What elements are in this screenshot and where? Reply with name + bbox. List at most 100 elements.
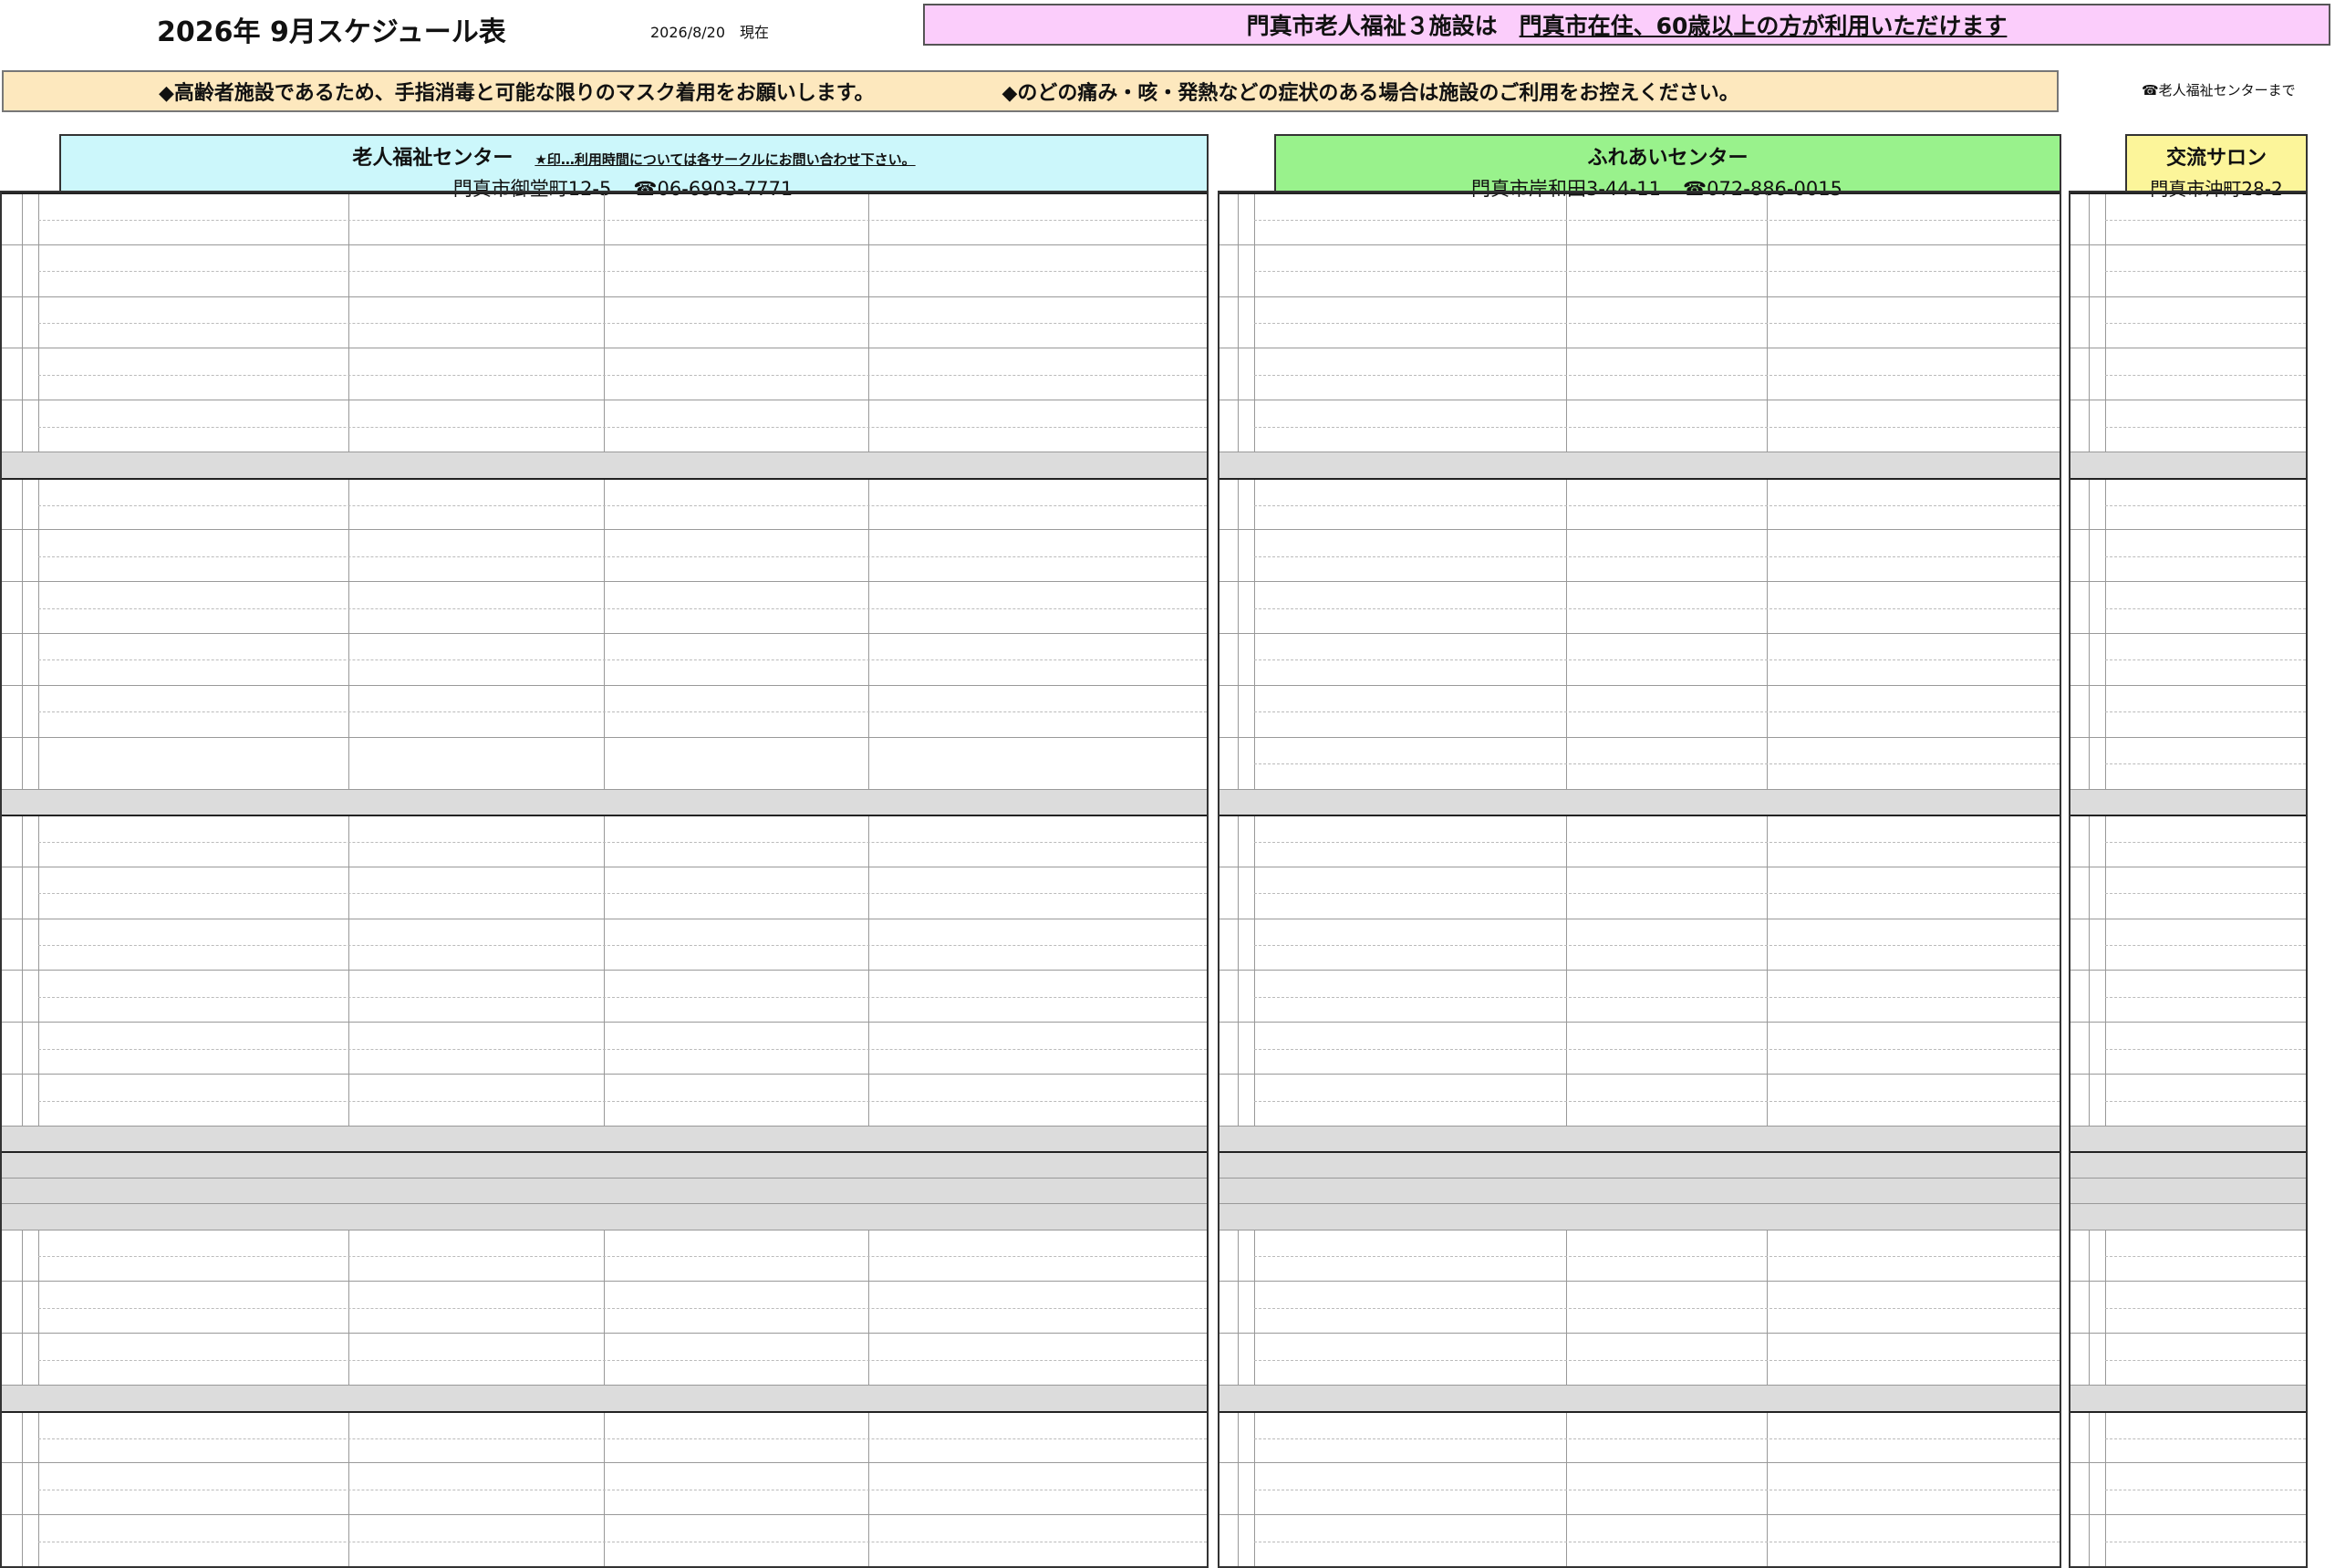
day-row	[2070, 866, 2306, 919]
day-row	[2, 866, 1207, 919]
row-midline	[2105, 1100, 2306, 1102]
day-row	[1219, 1229, 2060, 1282]
row-midline	[38, 323, 1207, 325]
day-row	[2, 1281, 1207, 1333]
day-row	[2070, 192, 2306, 244]
row-midline	[38, 711, 1207, 713]
day-row	[1219, 684, 2060, 737]
day-row	[2, 1074, 1207, 1126]
row-midline	[1254, 1048, 2060, 1050]
salon-header: 交流サロン 門真市沖町28-2	[2125, 134, 2308, 200]
row-midline	[38, 426, 1207, 428]
day-row	[2, 477, 1207, 530]
day-row	[2, 581, 1207, 633]
row-midline	[38, 374, 1207, 376]
row-midline	[38, 1438, 1207, 1439]
row-midline	[2105, 556, 2306, 557]
row-midline	[1254, 426, 2060, 428]
row-midline	[1254, 996, 2060, 998]
row-midline	[38, 893, 1207, 895]
day-row	[2, 788, 1207, 815]
day-row	[2, 1022, 1207, 1074]
row-midline	[1254, 893, 2060, 895]
day-row	[2, 1151, 1207, 1178]
day-row	[1219, 633, 2060, 685]
rojin-schedule-table	[0, 191, 1209, 1568]
day-row	[2070, 736, 2306, 789]
day-row	[2070, 814, 2306, 867]
row-midline	[1254, 711, 2060, 713]
day-row	[2070, 1410, 2306, 1463]
day-row	[2, 529, 1207, 581]
day-row	[2, 1333, 1207, 1385]
row-midline	[2105, 945, 2306, 947]
page-title: 2026年 9月スケジュール表	[157, 16, 506, 48]
day-row	[2, 1410, 1207, 1463]
row-midline	[38, 945, 1207, 947]
day-row	[2070, 1462, 2306, 1514]
day-row	[2070, 684, 2306, 737]
day-row	[1219, 970, 2060, 1022]
row-midline	[1254, 842, 2060, 844]
row-midline	[2105, 1307, 2306, 1309]
row-midline	[1254, 556, 2060, 557]
day-row	[2070, 633, 2306, 685]
day-row	[2070, 581, 2306, 633]
day-row	[2070, 918, 2306, 971]
row-midline	[38, 271, 1207, 273]
day-row	[2070, 1151, 2306, 1178]
day-row	[2070, 348, 2306, 400]
fureai-header: ふれあいセンター 門真市岸和田3-44-11 ☎072-886-0015	[1274, 134, 2061, 200]
day-row	[1219, 736, 2060, 789]
day-row	[2070, 296, 2306, 348]
row-midline	[38, 1359, 1207, 1361]
day-row	[2, 296, 1207, 348]
salon-schedule-table	[2069, 191, 2308, 1568]
row-midline	[2105, 1438, 2306, 1439]
row-midline	[2105, 323, 2306, 325]
row-midline	[1254, 763, 2060, 765]
row-midline	[1254, 1438, 2060, 1439]
day-row	[2, 684, 1207, 737]
day-row	[1219, 1410, 2060, 1463]
day-row	[2070, 452, 2306, 478]
row-midline	[1254, 271, 2060, 273]
day-row	[2070, 1177, 2306, 1204]
day-row	[1219, 581, 2060, 633]
day-row	[2070, 1125, 2306, 1152]
day-row	[2, 192, 1207, 244]
row-midline	[38, 1100, 1207, 1102]
notice-symptoms: ◆のどの痛み・咳・発熱などの症状のある場合は施設のご利用をお控えください。	[1001, 82, 1739, 105]
row-midline	[2105, 504, 2306, 506]
row-midline	[1254, 1307, 2060, 1309]
day-row	[2070, 788, 2306, 815]
day-row	[2, 918, 1207, 971]
row-midline	[2105, 1359, 2306, 1361]
row-midline	[1254, 1100, 2060, 1102]
day-row	[1219, 1203, 2060, 1230]
notice-mask: ◆高齢者施設であるため、手指消毒と可能な限りのマスク着用をお願いします。	[159, 82, 875, 105]
day-row	[2070, 1333, 2306, 1385]
day-row	[2, 970, 1207, 1022]
day-row	[2070, 1022, 2306, 1074]
row-midline	[1254, 1256, 2060, 1257]
day-row	[2, 814, 1207, 867]
rojin-note: ★印…利用時間については各サークルにお問い合わせ下さい。	[534, 151, 916, 168]
day-row	[1219, 1074, 2060, 1126]
row-midline	[2105, 1256, 2306, 1257]
eligibility-banner: 門真市老人福祉３施設は 門真市在住、60歳以上の方が利用いただけます	[923, 4, 2330, 46]
day-row	[2070, 1281, 2306, 1333]
row-midline	[2105, 426, 2306, 428]
day-row	[2, 1514, 1207, 1566]
row-midline	[1254, 945, 2060, 947]
row-midline	[2105, 271, 2306, 273]
row-midline	[38, 504, 1207, 506]
day-row	[1219, 452, 2060, 478]
row-midline	[38, 1256, 1207, 1257]
day-row	[2070, 1229, 2306, 1282]
day-row	[1219, 1514, 2060, 1566]
row-midline	[38, 659, 1207, 661]
day-row	[2, 348, 1207, 400]
day-row	[2070, 1514, 2306, 1566]
day-row	[1219, 244, 2060, 296]
